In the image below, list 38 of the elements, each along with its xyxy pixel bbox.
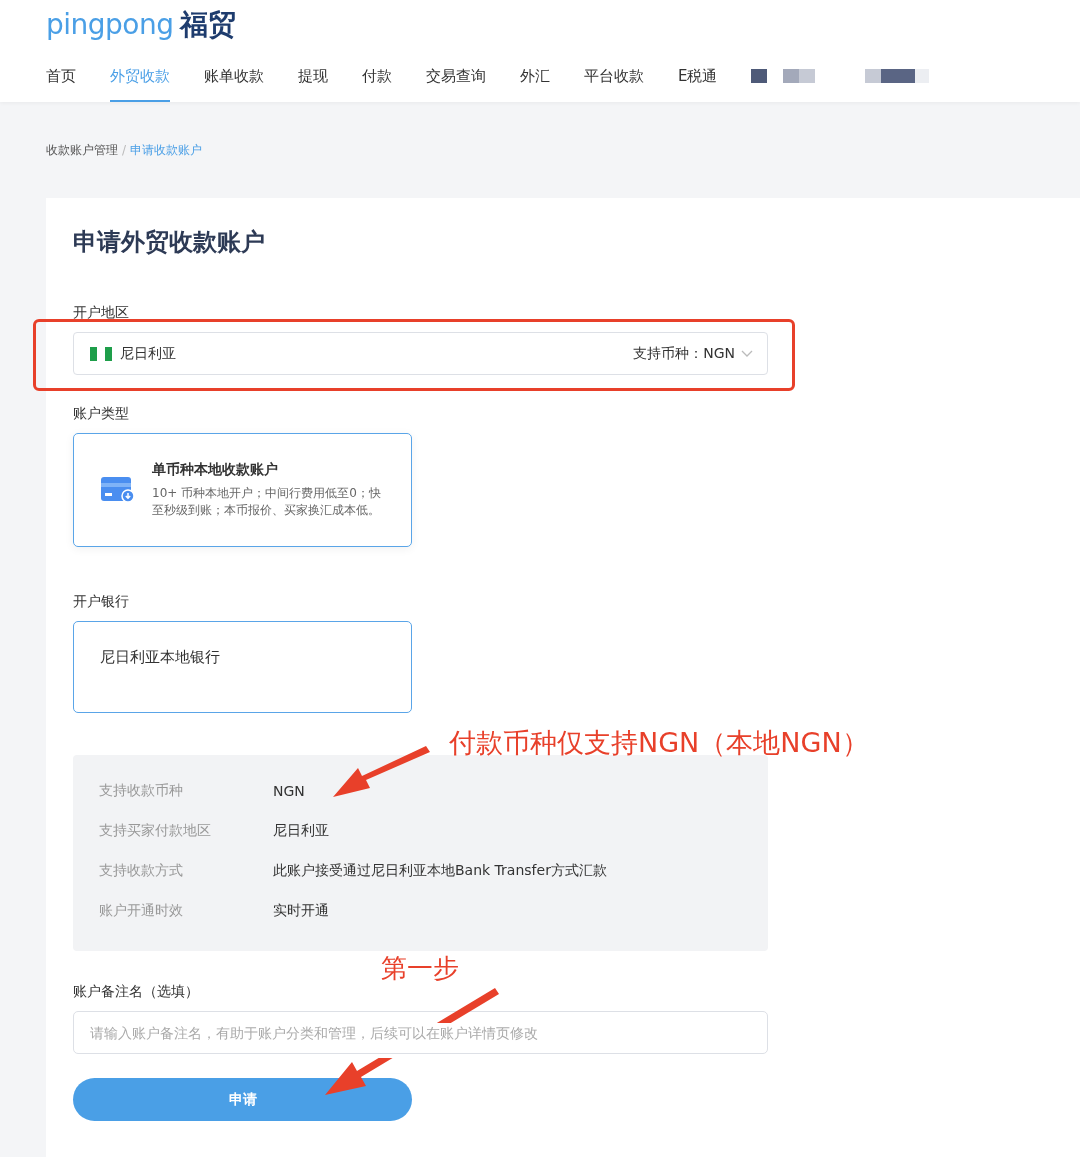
redacted-block [751, 69, 768, 83]
nav-tab[interactable]: 付款 [362, 50, 392, 102]
detail-value: NGN [273, 783, 305, 799]
nav-tab[interactable]: 提现 [298, 50, 328, 102]
logo-text: pingpong [46, 8, 174, 41]
detail-label: 账户开通时效 [99, 902, 184, 920]
annotation-text: 付款币种仅支持NGN（本地NGN） [449, 726, 869, 760]
option-description: 10+ 币种本地开户；中间行费用低至0；快至秒级到账；本币报价、买家换汇成本低。 [152, 485, 382, 519]
option-title: 单币种本地收款账户 [152, 461, 279, 479]
nav-tab[interactable]: 首页 [46, 50, 76, 102]
nav-tab[interactable]: 交易查询 [426, 50, 486, 102]
account-type-option[interactable]: 单币种本地收款账户 10+ 币种本地开户；中间行费用低至0；快至秒级到账；本币报价、买家换汇成本低。 [73, 433, 412, 547]
detail-value: 实时开通 [273, 902, 329, 920]
remark-input[interactable]: 请输入账户备注名，有助于账户分类和管理，后续可以在账户详情页修改 [73, 1011, 768, 1054]
nav-tab[interactable]: 账单收款 [204, 50, 264, 102]
detail-label: 支持收款币种 [99, 782, 184, 800]
detail-label: 支持买家付款地区 [99, 822, 212, 840]
breadcrumb-separator: / [122, 143, 127, 157]
logo-text: 福贸 [179, 7, 236, 43]
detail-value: 尼日利亚 [273, 822, 329, 840]
nav-tab[interactable]: 平台收款 [584, 50, 644, 102]
field-label: 账户备注名（选填） [73, 983, 200, 1001]
redacted-block [783, 69, 816, 83]
field-label: 账户类型 [73, 405, 130, 423]
region-select[interactable]: 尼日利亚 支持币种：NGN [73, 332, 768, 375]
field-label: 开户银行 [73, 593, 130, 611]
nav-tab[interactable]: 外汇 [520, 50, 550, 102]
detail-label: 支持收款方式 [99, 862, 184, 880]
nav-tab[interactable]: E税通 [678, 50, 718, 102]
annotation-text: 第一步 [381, 952, 459, 985]
redacted-block [865, 69, 930, 83]
field-label: 开户地区 [73, 304, 130, 322]
breadcrumb-link[interactable]: 收款账户管理 [46, 141, 118, 159]
page-title: 申请外贸收款账户 [73, 227, 266, 258]
chevron-down-icon [741, 349, 753, 358]
detail-value: 此账户接受通过尼日利亚本地Bank Transfer方式汇款 [273, 862, 607, 880]
flag-icon [90, 346, 112, 361]
bank-option[interactable]: 尼日利亚本地银行 [73, 621, 412, 713]
